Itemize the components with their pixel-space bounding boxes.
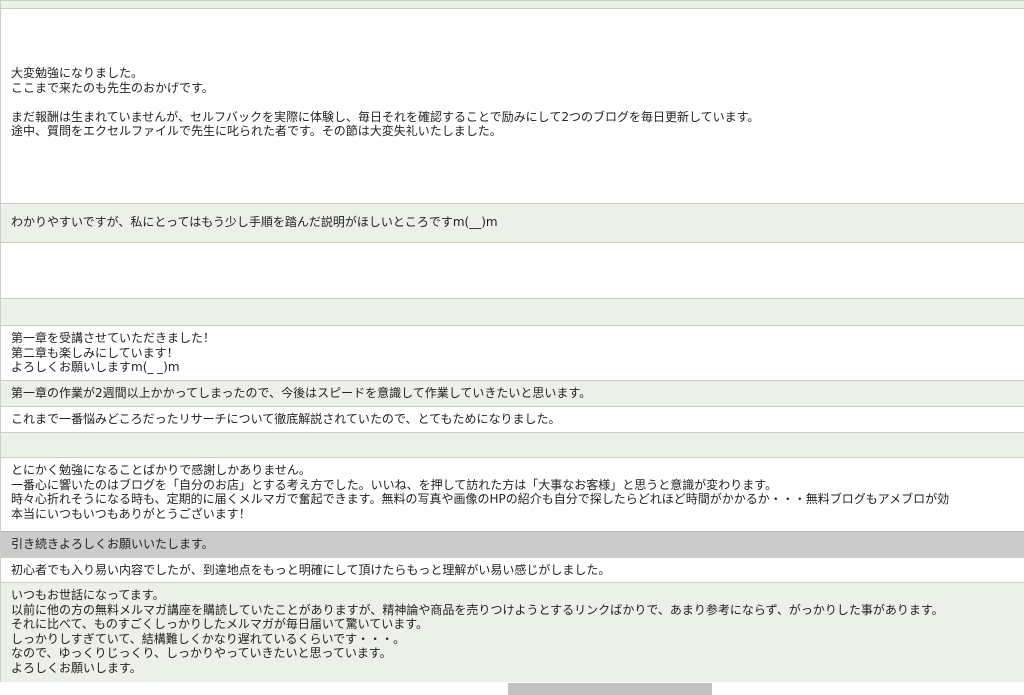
comment-line: とにかく勉強になることばかりで感謝しかありません。 (11, 463, 311, 477)
comment-line: なので、ゆっくりじっくり、しっかりやっていきたいと思っています。 (11, 646, 392, 660)
comment-line: 第二章も楽しみにしています！ (11, 345, 179, 360)
comment-line: 大変勉強になりました。 (11, 66, 144, 80)
comment-row: 大変勉強になりました。 ここまで来たのも先生のおかげです。 まだ報酬は生まれてい… (0, 8, 1024, 203)
comment-line: 第一章の作業が2週間以上かかってしまったので、今後はスピードを意識して作業してい… (11, 386, 592, 400)
comment-line (11, 95, 1024, 110)
comment-line: しっかりしすぎていて、結構難しくかなり遅れているくらいです・・・。 (11, 631, 406, 646)
comment-row (0, 298, 1024, 325)
comment-row: いつもお世話になってます。 以前に他の方の無料メルマガ講座を購読していたことがあ… (0, 582, 1024, 682)
comment-line: 第一章を受講させていただきました！ (11, 331, 216, 345)
comment-row: とにかく勉強になることばかりで感謝しかありません。 一番心に響いたのはブログを「… (0, 457, 1024, 531)
comment-line: 初心者でも入り易い内容でしたが、到達地点をもっと明確にして頂けたらもっと理解がい… (11, 563, 611, 577)
comment-line: よろしくお願いしますm(_ _)m (11, 360, 180, 374)
horizontal-scrollbar-thumb[interactable] (508, 683, 712, 695)
comment-line: これまで一番悩みどころだったリサーチについて徹底解説されていたので、とてもために… (11, 412, 561, 426)
comment-line: 引き続きよろしくお願いいたします。 (11, 537, 214, 551)
comment-row: わかりやすいですが、私にとってはもう少し手順を踏んだ説明がほしいところですm(_… (0, 203, 1024, 242)
comment-line: わかりやすいですが、私にとってはもう少し手順を踏んだ説明がほしいところですm(_… (11, 215, 498, 229)
comment-row-highlighted: 引き続きよろしくお願いいたします。 (0, 531, 1024, 557)
comment-line: まだ報酬は生まれていませんが、セルフバックを実際に体験し、毎日それを確認すること… (11, 109, 760, 124)
comment-row: 第一章を受講させていただきました！ 第二章も楽しみにしています！ よろしくお願い… (0, 325, 1024, 380)
comment-line: いつもお世話になってます。 (11, 588, 165, 602)
comment-row: 第一章の作業が2週間以上かかってしまったので、今後はスピードを意識して作業してい… (0, 380, 1024, 406)
comment-row (0, 0, 1024, 8)
comment-line: 一番心に響いたのはブログを「自分のお店」とする考え方でした。いいね、を押して訪れ… (11, 477, 778, 492)
comment-row: 初心者でも入り易い内容でしたが、到達地点をもっと明確にして頂けたらもっと理解がい… (0, 557, 1024, 582)
comment-line: それに比べて、ものすごくしっかりしたメルマガが毎日届いて驚いています。 (11, 617, 429, 631)
comment-line: 以前に他の方の無料メルマガ講座を購読していたことがありますが、精神論や商品を売り… (11, 602, 944, 617)
comment-row (0, 242, 1024, 298)
comment-line: 本当にいつもいつもありがとうございます！ (11, 506, 251, 521)
comment-row (0, 432, 1024, 457)
comment-line: 途中、質問をエクセルファイルで先生に叱られた者です。その節は大変失礼いたしました… (11, 124, 502, 138)
comment-line: ここまで来たのも先生のおかげです。 (11, 80, 214, 95)
comment-line: 時々心折れそうになる時も、定期的に届くメルマガで奮起できます。無料の写真や画像の… (11, 492, 950, 506)
comment-line: よろしくお願いします。 (11, 660, 142, 675)
comment-row: これまで一番悩みどころだったリサーチについて徹底解説されていたので、とてもために… (0, 406, 1024, 432)
comment-list: 大変勉強になりました。 ここまで来たのも先生のおかげです。 まだ報酬は生まれてい… (0, 0, 1024, 682)
